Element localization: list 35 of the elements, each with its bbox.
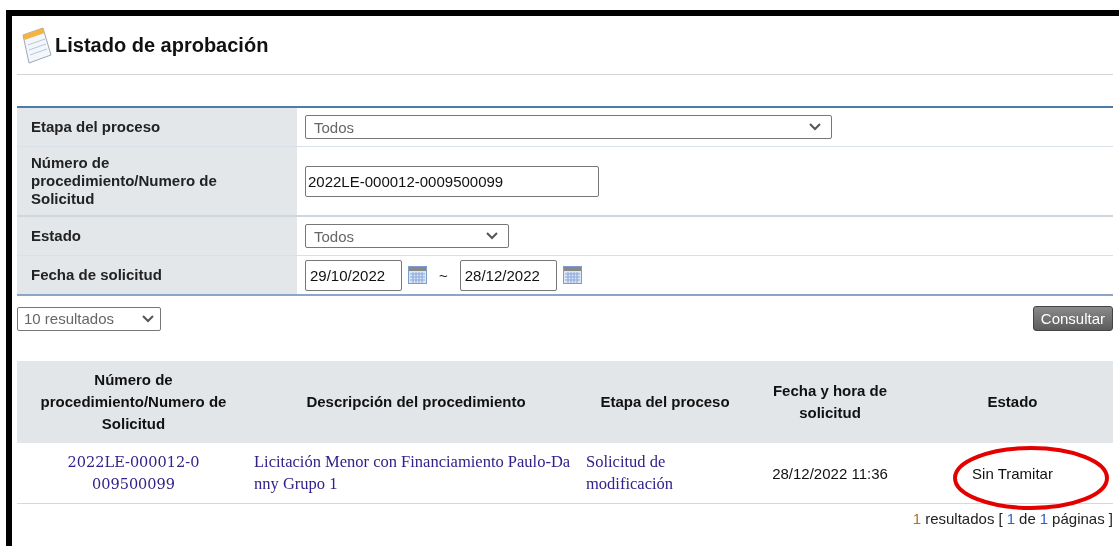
pager-text: resultados [ xyxy=(925,510,1003,527)
table-cell: Sin Tramitar xyxy=(972,464,1053,482)
dropdown-field[interactable]: Todos xyxy=(305,115,832,139)
description-link[interactable]: Licitación Menor con Financiamiento Paulo-Danny Grupo 1 xyxy=(254,451,578,495)
chevron-down-icon xyxy=(486,232,498,240)
procedure-number-link[interactable]: 2022LE-000012-0009500099 xyxy=(63,451,204,495)
chevron-down-icon xyxy=(142,314,154,323)
date-field[interactable]: 29/10/2022 xyxy=(305,259,402,291)
chevron-down-icon xyxy=(809,123,821,131)
field-label: Estado xyxy=(17,217,297,255)
search-button[interactable]: Consultar xyxy=(1032,306,1113,331)
result-count: 1 xyxy=(912,510,922,527)
page-title: Listado de aprobación xyxy=(55,33,269,57)
calendar-icon[interactable] xyxy=(562,266,582,284)
calendar-icon[interactable] xyxy=(408,266,427,284)
pager-text: páginas ] xyxy=(1052,510,1113,527)
page-size-dropdown[interactable]: 10 resultados xyxy=(17,306,161,331)
pager-text: de xyxy=(1019,510,1036,527)
stage-link[interactable]: Solicitud de modificación xyxy=(586,451,744,495)
column-header: Etapa del proceso xyxy=(600,393,730,410)
column-header: Número de procedimiento/Numero de Solicitud xyxy=(40,371,227,432)
field-label: Número de procedimiento/Numero de Solicitud xyxy=(17,147,297,215)
column-header: Descripción del procedimiento xyxy=(306,393,526,410)
field-label: Fecha de solicitud xyxy=(17,256,297,294)
page-link[interactable]: 1 xyxy=(1039,510,1049,527)
field-label: Etapa del proceso xyxy=(17,108,297,146)
table-cell: 28/12/2022 11:36 xyxy=(772,464,888,482)
dropdown-field[interactable]: Todos xyxy=(305,224,509,248)
page-link[interactable]: 1 xyxy=(1006,510,1016,527)
column-header: Fecha y hora de solicitud xyxy=(772,382,888,421)
range-separator: ~ xyxy=(439,266,448,284)
input-field[interactable]: 2022LE-000012-0009500099 xyxy=(305,165,599,197)
date-field[interactable]: 28/12/2022 xyxy=(459,259,557,291)
notepad-icon xyxy=(19,25,53,65)
column-header: Estado xyxy=(987,393,1038,410)
